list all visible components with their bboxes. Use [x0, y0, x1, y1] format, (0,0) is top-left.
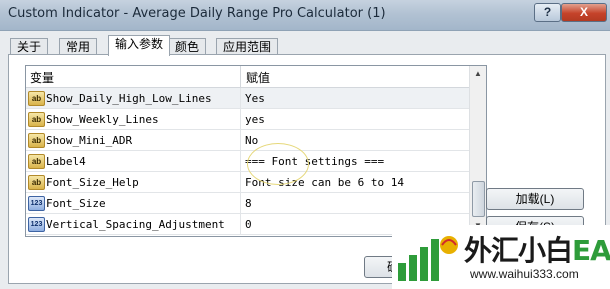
tab-common[interactable]: 常用: [59, 38, 98, 55]
parameter-name: Show_Daily_High_Low_Lines: [46, 92, 212, 105]
watermark-cn-text: 外汇小白: [464, 234, 573, 267]
column-header-variable[interactable]: 变量: [30, 69, 54, 86]
watermark-ea-text: EA网: [572, 234, 610, 267]
parameter-name: Font_Size_Help: [46, 176, 139, 189]
watermark-title: 外汇小白EA网: [464, 229, 610, 269]
parameter-value[interactable]: 0: [245, 218, 252, 231]
tab-input-parameters[interactable]: 输入参数: [108, 35, 171, 56]
vertical-scrollbar[interactable]: ▲ ▼: [469, 66, 486, 234]
cell-divider: [240, 88, 241, 108]
chart-bars-logo-icon: [398, 236, 458, 281]
parameter-name: Vertical_Spacing_Adjustment: [46, 218, 225, 231]
parameter-name: Font_Size: [46, 197, 106, 210]
tab-colors[interactable]: 颜色: [168, 38, 207, 55]
parameter-value[interactable]: No: [245, 134, 258, 147]
cell-divider: [240, 214, 241, 234]
table-row[interactable]: ab Show_Daily_High_Low_Lines Yes: [26, 88, 469, 109]
highlight-circle: [247, 143, 309, 185]
cell-divider: [240, 172, 241, 192]
table-row[interactable]: ab Show_Weekly_Lines yes: [26, 109, 469, 130]
watermark-url: www.waihui333.com: [470, 267, 579, 281]
table-row[interactable]: 123 Font_Size 8: [26, 193, 469, 214]
string-type-icon: ab: [28, 91, 45, 106]
cell-divider: [240, 130, 241, 150]
parameter-value[interactable]: Yes: [245, 92, 265, 105]
window-title: Custom Indicator - Average Daily Range P…: [8, 6, 386, 21]
tab-about[interactable]: 关于: [10, 38, 49, 55]
parameter-name: Show_Mini_ADR: [46, 134, 133, 147]
tab-scope[interactable]: 应用范围: [216, 38, 279, 55]
column-header-value[interactable]: 赋值: [246, 69, 270, 86]
grid-header: 变量 赋值: [26, 66, 469, 88]
parameter-name: Show_Weekly_Lines: [46, 113, 159, 126]
scroll-thumb[interactable]: [472, 181, 485, 217]
help-button[interactable]: ?: [534, 3, 561, 22]
cell-divider: [240, 193, 241, 213]
column-divider[interactable]: [240, 66, 241, 87]
watermark: 外汇小白EA网 www.waihui333.com: [392, 225, 610, 289]
integer-type-icon: 123: [28, 217, 45, 232]
parameter-value[interactable]: 8: [245, 197, 252, 210]
close-button[interactable]: X: [561, 3, 607, 22]
string-type-icon: ab: [28, 112, 45, 127]
cell-divider: [240, 109, 241, 129]
string-type-icon: ab: [28, 154, 45, 169]
integer-type-icon: 123: [28, 196, 45, 211]
table-row[interactable]: ab Font_Size_Help Font size can be 6 to …: [26, 172, 469, 193]
parameter-name: Label4: [46, 155, 86, 168]
scroll-up-arrow-icon[interactable]: ▲: [470, 66, 486, 82]
cell-divider: [240, 151, 241, 171]
tab-strip: 关于 常用 输入参数 颜色 应用范围: [0, 31, 610, 56]
table-row[interactable]: ab Show_Mini_ADR No: [26, 130, 469, 151]
string-type-icon: ab: [28, 133, 45, 148]
parameter-value[interactable]: yes: [245, 113, 265, 126]
string-type-icon: ab: [28, 175, 45, 190]
load-button[interactable]: 加载(L): [486, 188, 584, 210]
title-bar: Custom Indicator - Average Daily Range P…: [0, 0, 610, 31]
